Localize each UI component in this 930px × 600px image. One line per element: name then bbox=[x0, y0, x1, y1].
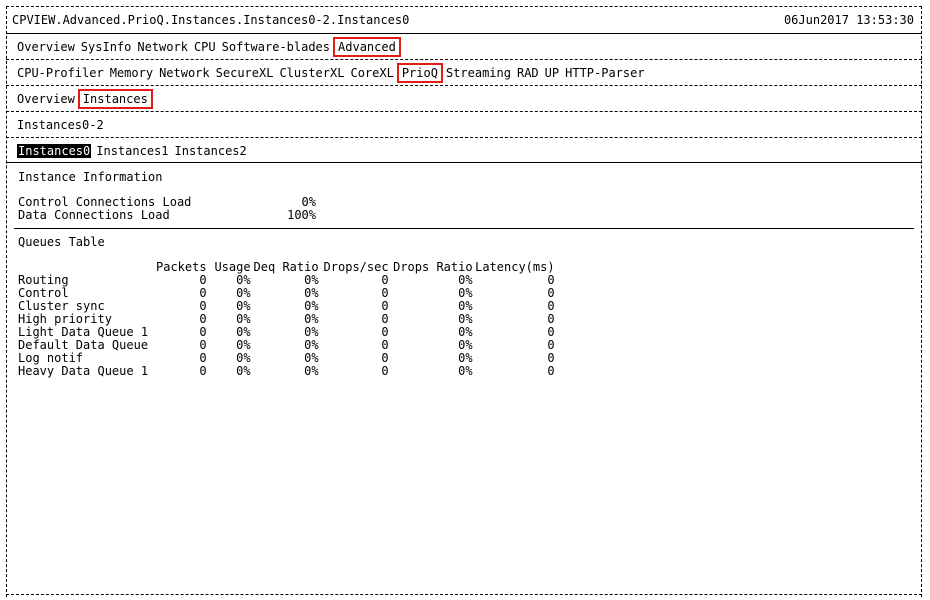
menu2-prioq[interactable]: PrioQ bbox=[396, 63, 443, 83]
menu2-up[interactable]: UP bbox=[545, 66, 559, 80]
menu2-cpu-profiler[interactable]: CPU-Profiler bbox=[17, 66, 104, 80]
menu2-network[interactable]: Network bbox=[159, 66, 210, 80]
divider bbox=[6, 111, 922, 112]
queue-value-cell: 0% bbox=[304, 364, 319, 378]
queue-value-cell: 0 bbox=[381, 299, 389, 313]
group-title: Instances0-2 bbox=[17, 118, 104, 132]
table-row: Heavy Data Queue 1 0 0% 0% 0 0% 0 bbox=[18, 365, 555, 378]
menu2-rad[interactable]: RAD bbox=[517, 66, 539, 80]
menu2-corexl[interactable]: CoreXL bbox=[350, 66, 393, 80]
menu-level-1: Overview SysInfo Network CPU Software-blades… bbox=[17, 37, 404, 57]
bottom-divider bbox=[6, 594, 922, 595]
instance-info-grid: Control Connections Load 0% Data Connect… bbox=[18, 196, 316, 222]
queues-table-title: Queues Table bbox=[18, 235, 105, 249]
table-header-row: Packets Usage Deq Ratio Drops/sec Drops … bbox=[18, 261, 555, 274]
divider bbox=[6, 59, 922, 60]
queue-value-cell: 0 bbox=[547, 273, 555, 287]
divider bbox=[6, 137, 922, 138]
col-header: Drops/sec bbox=[323, 260, 389, 274]
section-divider bbox=[14, 228, 914, 229]
queue-value-cell: 0 bbox=[547, 351, 555, 365]
content-divider bbox=[6, 162, 922, 163]
menu2-securexl[interactable]: SecureXL bbox=[216, 66, 274, 80]
queue-value-cell: 0 bbox=[381, 325, 389, 339]
queue-value-cell: 0 bbox=[381, 312, 389, 326]
datetime: 06Jun2017 13:53:30 bbox=[783, 13, 914, 27]
header-divider bbox=[6, 33, 922, 34]
menu-level-4: Instances0 Instances1 Instances2 bbox=[17, 142, 253, 160]
queue-value-cell: 0 bbox=[381, 364, 389, 378]
table-row: Default Data Queue 0 0% 0% 0 0% 0 bbox=[18, 339, 555, 352]
menu-level-2: CPU-Profiler Memory Network SecureXL Cluster… bbox=[17, 63, 651, 83]
menu1-cpu[interactable]: CPU bbox=[194, 40, 216, 54]
queue-value-cell: 0 bbox=[547, 299, 555, 313]
menu2-memory[interactable]: Memory bbox=[110, 66, 153, 80]
queue-value-cell: 0 bbox=[547, 286, 555, 300]
queues-table-body: Routing 0 0% 0% 0 0% 0 Control 0 0% 0% 0 0% 0 Cluster … bbox=[18, 274, 555, 378]
menu2-streaming[interactable]: Streaming bbox=[446, 66, 511, 80]
col-header: Latency(ms) bbox=[475, 260, 555, 274]
queue-value-cell: 0% bbox=[458, 364, 473, 378]
menu2-http-parser[interactable]: HTTP-Parser bbox=[565, 66, 644, 80]
menu1-overview[interactable]: Overview bbox=[17, 40, 75, 54]
tab-instances2[interactable]: Instances2 bbox=[175, 144, 247, 158]
queue-value-cell: 0 bbox=[381, 273, 389, 287]
breadcrumb: CPVIEW.Advanced.PrioQ.Instances.Instance… bbox=[12, 13, 410, 27]
queues-table: Packets Usage Deq Ratio Drops/sec Drops … bbox=[18, 261, 555, 378]
menu-level-3: Overview Instances bbox=[17, 89, 156, 109]
queue-name-cell: Heavy Data Queue 1 bbox=[18, 364, 149, 378]
menu3-overview[interactable]: Overview bbox=[17, 92, 75, 106]
queue-value-cell: 0 bbox=[381, 338, 389, 352]
tab-instances1[interactable]: Instances1 bbox=[96, 144, 168, 158]
menu1-sysinfo[interactable]: SysInfo bbox=[81, 40, 132, 54]
queue-value-cell: 0 bbox=[381, 286, 389, 300]
instance-info-title: Instance Information bbox=[18, 170, 163, 184]
info-row: Data Connections Load 100% bbox=[18, 209, 316, 222]
divider bbox=[6, 85, 922, 86]
queue-value-cell: 0 bbox=[547, 325, 555, 339]
menu2-clusterxl[interactable]: ClusterXL bbox=[279, 66, 344, 80]
queue-value-cell: 0 bbox=[547, 338, 555, 352]
queue-value-cell: 0 bbox=[381, 351, 389, 365]
queue-value-cell: 0 bbox=[547, 312, 555, 326]
tab-instances0[interactable]: Instances0 bbox=[17, 144, 92, 158]
menu1-software-blades[interactable]: Software-blades bbox=[222, 40, 330, 54]
info-value: 100% bbox=[287, 208, 316, 222]
menu1-network[interactable]: Network bbox=[137, 40, 188, 54]
info-label: Data Connections Load bbox=[18, 208, 170, 222]
queue-value-cell: 0% bbox=[236, 364, 251, 378]
queue-value-cell: 0 bbox=[199, 364, 207, 378]
menu1-advanced[interactable]: Advanced bbox=[333, 37, 401, 57]
queue-value-cell: 0 bbox=[547, 364, 555, 378]
menu3-instances[interactable]: Instances bbox=[77, 89, 153, 109]
table-row: Routing 0 0% 0% 0 0% 0 bbox=[18, 274, 555, 287]
